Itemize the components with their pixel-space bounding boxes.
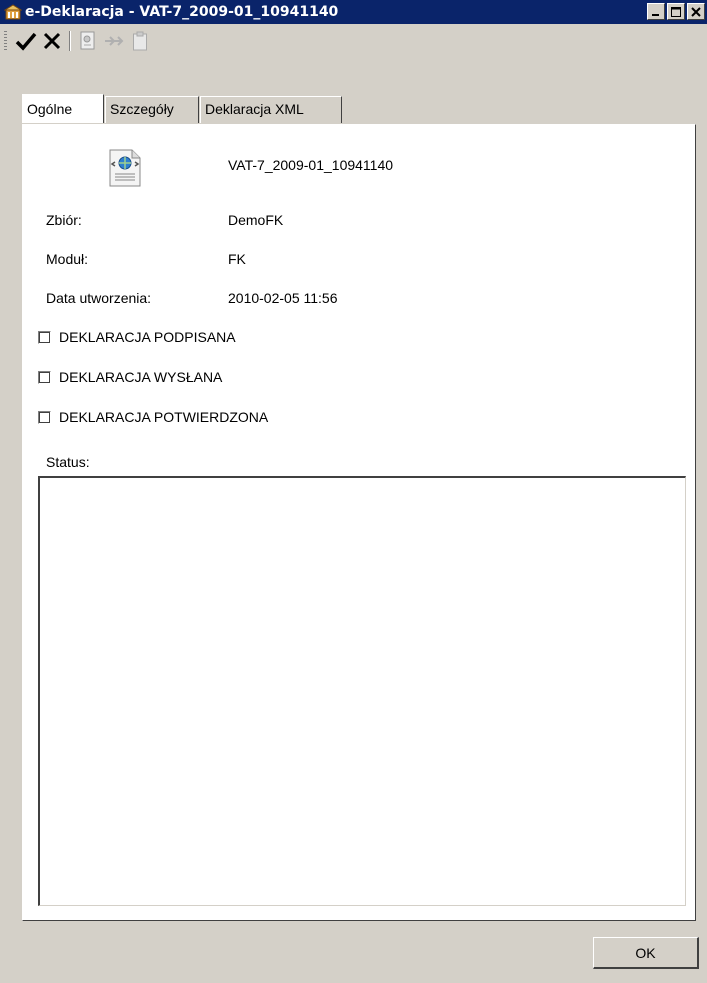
checkbox-potwierdzona[interactable]: DEKLARACJA POTWIERDZONA	[38, 409, 268, 425]
modul-label: Moduł:	[46, 251, 89, 267]
sign-button[interactable]	[75, 28, 101, 54]
document-web-icon	[109, 149, 141, 187]
title-bar[interactable]: e-Deklaracja - VAT-7_2009-01_10941140	[0, 0, 707, 24]
modul-value: FK	[228, 251, 246, 267]
clipboard-icon	[133, 31, 147, 51]
checkbox-box[interactable]	[38, 410, 51, 424]
send-arrows-icon	[105, 36, 124, 46]
e-deklaracja-window: e-Deklaracja - VAT-7_2009-01_10941140 Og…	[0, 0, 707, 983]
toolbar	[0, 26, 707, 56]
ok-button[interactable]: OK	[593, 937, 699, 969]
check-icon	[15, 32, 37, 51]
tab-deklaracja-xml[interactable]: Deklaracja XML	[200, 96, 342, 123]
zbior-label: Zbiór:	[46, 212, 82, 228]
checkbox-wyslana[interactable]: DEKLARACJA WYSŁANA	[38, 369, 222, 385]
toolbar-grip[interactable]	[4, 31, 7, 51]
close-icon	[691, 6, 701, 17]
status-label: Status:	[46, 454, 90, 470]
status-textarea[interactable]	[38, 476, 686, 906]
checkbox-box[interactable]	[38, 330, 51, 344]
checkbox-podpisana[interactable]: DEKLARACJA PODPISANA	[38, 329, 236, 345]
cancel-x-icon	[43, 32, 61, 50]
toolbar-separator	[69, 31, 71, 51]
send-button[interactable]	[101, 28, 127, 54]
checkbox-box[interactable]	[38, 370, 51, 384]
minimize-button[interactable]	[647, 3, 665, 20]
data-utworzenia-value: 2010-02-05 11:56	[228, 290, 338, 306]
close-button[interactable]	[687, 3, 705, 20]
tab-szczegoly[interactable]: Szczegóły	[105, 96, 199, 123]
confirmation-button[interactable]	[127, 28, 153, 54]
app-building-icon	[4, 4, 22, 20]
maximize-icon	[671, 6, 681, 17]
document-name: VAT-7_2009-01_10941140	[228, 157, 394, 173]
cancel-button[interactable]	[39, 28, 65, 54]
tab-ogolne[interactable]: Ogólne	[22, 94, 104, 123]
zbior-value: DemoFK	[228, 212, 284, 228]
maximize-button[interactable]	[667, 3, 685, 20]
confirm-button[interactable]	[13, 28, 39, 54]
checkbox-label: DEKLARACJA WYSŁANA	[59, 369, 223, 385]
certificate-icon	[80, 31, 95, 50]
window-title: e-Deklaracja - VAT-7_2009-01_10941140	[25, 4, 339, 20]
data-utworzenia-label: Data utworzenia:	[46, 290, 152, 306]
checkbox-label: DEKLARACJA POTWIERDZONA	[59, 409, 269, 425]
minimize-icon	[652, 13, 659, 16]
checkbox-label: DEKLARACJA PODPISANA	[59, 329, 236, 345]
